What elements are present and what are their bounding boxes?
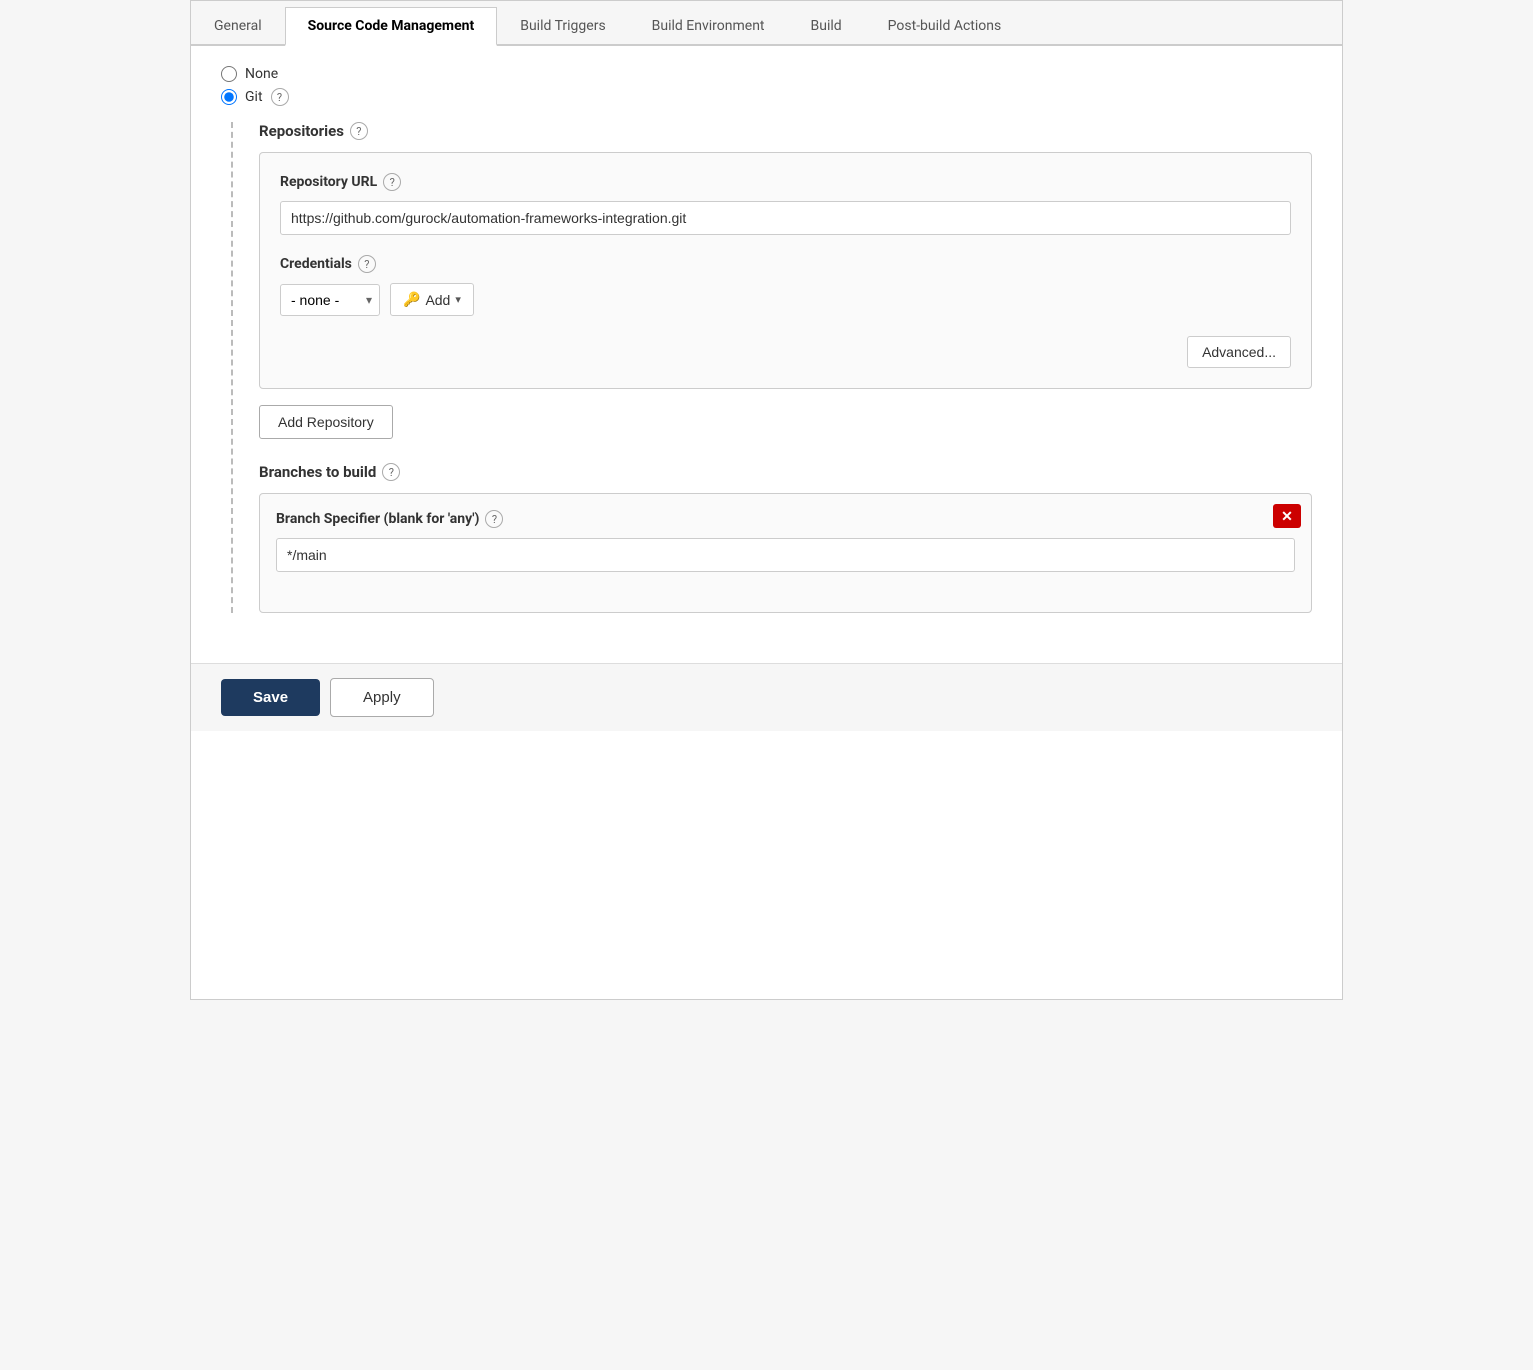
none-radio-item[interactable]: None — [221, 66, 1312, 82]
add-credentials-button[interactable]: 🔑 Add ▾ — [390, 283, 474, 316]
scm-radio-group: None Git ? — [221, 66, 1312, 106]
tab-post-build-actions[interactable]: Post-build Actions — [865, 7, 1025, 46]
repository-url-label: Repository URL ? — [280, 173, 1291, 191]
credentials-row: - none - 🔑 Add ▾ — [280, 283, 1291, 316]
key-icon: 🔑 — [403, 291, 420, 308]
save-button[interactable]: Save — [221, 679, 320, 716]
repository-box: Repository URL ? Credentials ? - none — [259, 152, 1312, 389]
repositories-heading: Repositories ? — [259, 122, 1312, 140]
repositories-help-icon[interactable]: ? — [350, 122, 368, 140]
credentials-help-icon[interactable]: ? — [358, 255, 376, 273]
branch-specifier-group: Branch Specifier (blank for 'any') ? — [276, 510, 1295, 572]
add-chevron-icon: ▾ — [455, 293, 461, 306]
none-label: None — [245, 66, 278, 82]
tab-build[interactable]: Build — [788, 7, 865, 46]
bottom-bar: Save Apply — [191, 663, 1342, 731]
git-label: Git — [245, 89, 263, 105]
none-radio[interactable] — [221, 66, 237, 82]
branches-label: Branches to build — [259, 463, 376, 481]
advanced-row: Advanced... — [280, 336, 1291, 368]
tab-general[interactable]: General — [191, 7, 285, 46]
repository-url-group: Repository URL ? — [280, 173, 1291, 235]
tab-source-code-management[interactable]: Source Code Management — [285, 7, 498, 46]
branch-box: ✕ Branch Specifier (blank for 'any') ? — [259, 493, 1312, 613]
tabs-bar: General Source Code Management Build Tri… — [191, 1, 1342, 46]
add-repository-button[interactable]: Add Repository — [259, 405, 393, 439]
repo-url-help-icon[interactable]: ? — [383, 173, 401, 191]
git-radio[interactable] — [221, 89, 237, 105]
git-section: Repositories ? Repository URL ? Credenti… — [231, 122, 1312, 613]
tab-build-environment[interactable]: Build Environment — [629, 7, 788, 46]
tab-build-triggers[interactable]: Build Triggers — [497, 7, 628, 46]
git-radio-item[interactable]: Git ? — [221, 88, 1312, 106]
apply-button[interactable]: Apply — [330, 678, 434, 717]
advanced-button[interactable]: Advanced... — [1187, 336, 1291, 368]
branch-specifier-input[interactable] — [276, 538, 1295, 572]
credentials-group: Credentials ? - none - 🔑 Add ▾ — [280, 255, 1291, 316]
repositories-label: Repositories — [259, 122, 344, 140]
content-area: None Git ? Repositories ? Repository URL — [191, 46, 1342, 663]
credentials-select-wrapper: - none - — [280, 284, 380, 316]
git-help-icon[interactable]: ? — [271, 88, 289, 106]
credentials-label: Credentials ? — [280, 255, 1291, 273]
branch-specifier-help-icon[interactable]: ? — [485, 510, 503, 528]
branches-section: Branches to build ? ✕ Branch Specifier (… — [259, 463, 1312, 613]
branch-specifier-label: Branch Specifier (blank for 'any') ? — [276, 510, 1295, 528]
branches-heading: Branches to build ? — [259, 463, 1312, 481]
delete-branch-button[interactable]: ✕ — [1273, 504, 1301, 528]
page-container: General Source Code Management Build Tri… — [190, 0, 1343, 1000]
repository-url-input[interactable] — [280, 201, 1291, 235]
credentials-select[interactable]: - none - — [280, 284, 380, 316]
branches-help-icon[interactable]: ? — [382, 463, 400, 481]
add-label: Add — [425, 292, 450, 308]
